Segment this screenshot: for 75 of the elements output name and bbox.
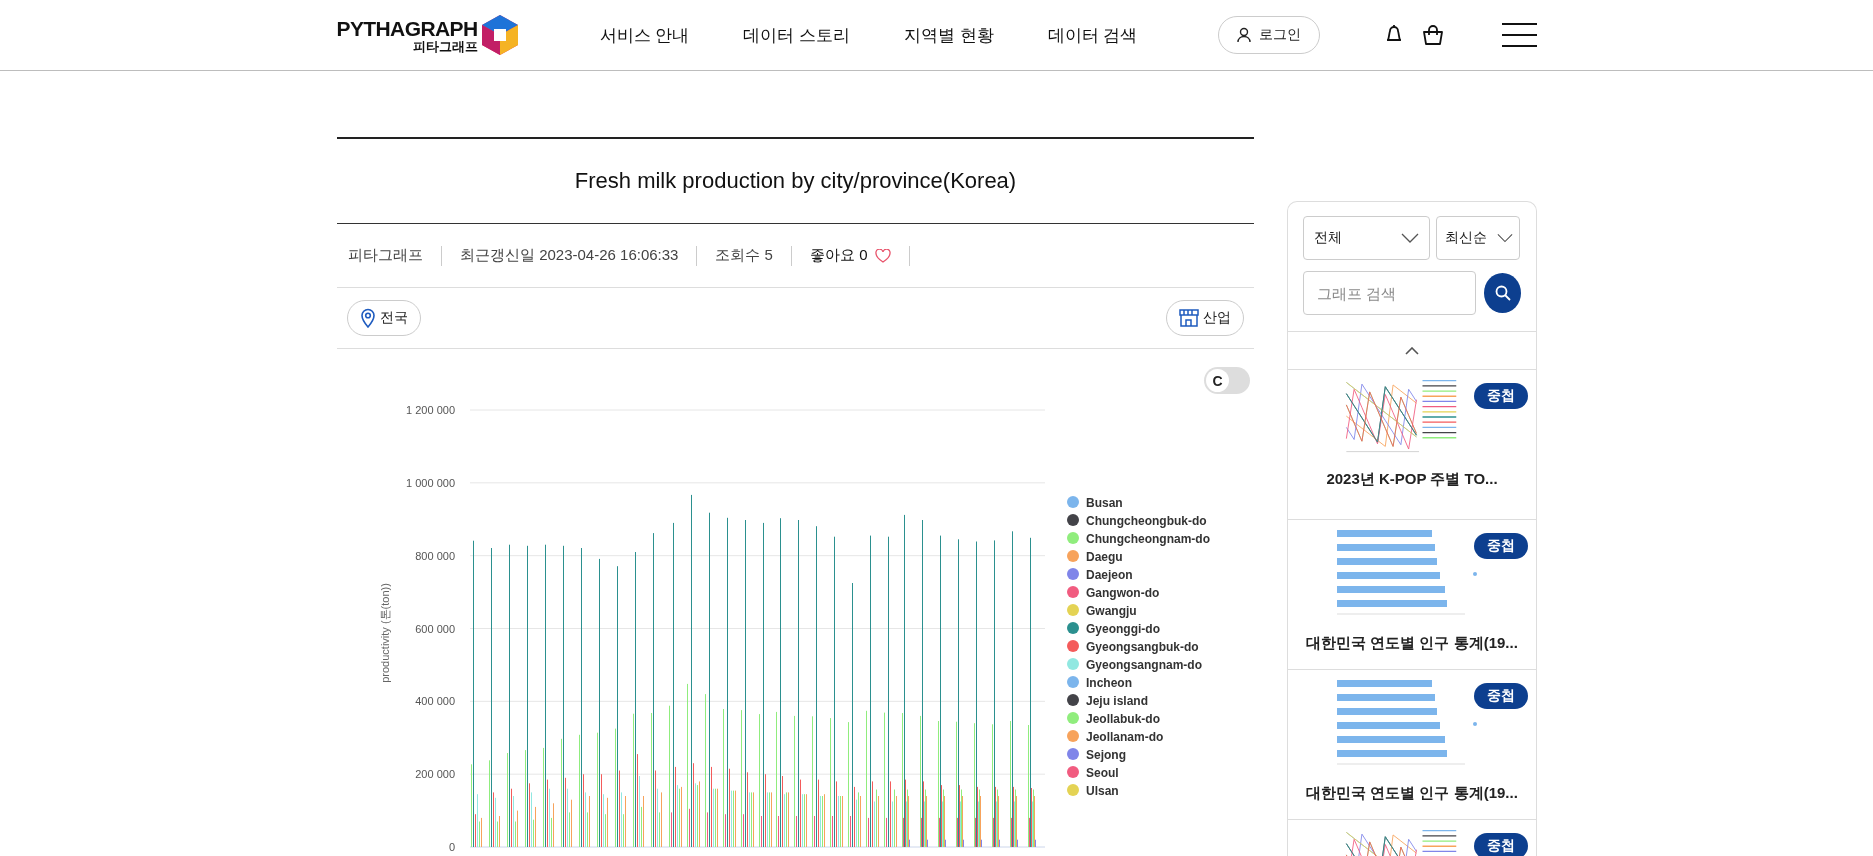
like-count: 좋아요 0 (809, 246, 868, 265)
nav-link[interactable]: 서비스 안내 (599, 23, 690, 47)
y-tick-label: 400 000 (415, 695, 455, 708)
y-tick-label: 200 000 (415, 768, 455, 781)
chart-toggle[interactable]: C (1204, 367, 1250, 394)
legend-label: Jeollanam-do (1086, 729, 1164, 744)
legend-item[interactable]: Daejeon (1067, 567, 1133, 582)
meta-text: 최근갱신일 2023-04-26 16:06:33 (460, 246, 679, 265)
meta-text: 피타그래프 (348, 246, 423, 265)
legend-item[interactable]: Gyeongsangbuk-do (1067, 639, 1199, 654)
legend-item[interactable]: Gyeongsangnam-do (1067, 657, 1202, 672)
y-axis-title: productivity (톤(ton)) (379, 583, 391, 683)
legend-item[interactable]: Gangwon-do (1067, 585, 1160, 600)
legend-item[interactable]: Daegu (1067, 549, 1123, 564)
nav-link[interactable]: 지역별 현황 (904, 23, 994, 47)
overlay-badge: 중첩 (1474, 683, 1528, 709)
filter-select[interactable]: 최신순 (1436, 216, 1520, 260)
logo-subtitle: 피타그래프 (412, 39, 478, 53)
legend-item[interactable]: Chungcheongbuk-do (1067, 513, 1207, 528)
legend-label: Busan (1086, 495, 1123, 510)
legend-item[interactable]: Busan (1067, 495, 1123, 510)
legend-item[interactable]: Jeju island (1067, 693, 1149, 708)
legend-label: Jeollabuk-do (1086, 711, 1161, 726)
legend-label: Jeju island (1086, 693, 1149, 708)
legend-label: Incheon (1086, 675, 1133, 690)
person-icon (1236, 27, 1251, 43)
legend-item[interactable]: Gwangju (1067, 603, 1137, 618)
y-tick-label: 0 (448, 841, 455, 853)
menu-icon[interactable] (1501, 23, 1537, 47)
search-field[interactable]: 그래프 검색 (1303, 271, 1476, 315)
logo-wordmark[interactable]: PYTHAGRAPH (336, 17, 478, 39)
chart-title: Fresh milk production by city/province(Korea) (574, 168, 1017, 194)
legend-item[interactable]: Incheon (1067, 675, 1132, 690)
card-title[interactable]: 2023년 K-POP 주별 TO... (1326, 470, 1498, 489)
chevron-up-icon[interactable] (1405, 346, 1419, 355)
map-pin-icon (360, 308, 376, 328)
legend-item[interactable]: Jeollanam-do (1067, 729, 1164, 744)
region-button[interactable]: 전국 (347, 300, 421, 336)
card-title[interactable]: 대한민국 연도별 인구 통계(19... (1306, 784, 1518, 803)
y-tick-label: 600 000 (415, 622, 455, 635)
legend-label: Sejong (1086, 747, 1127, 762)
cube-logo-icon[interactable] (479, 13, 520, 57)
legend-item[interactable]: Chungcheongnam-do (1067, 531, 1210, 546)
chevron-down-icon (1497, 233, 1513, 243)
legend-item[interactable]: Jeollabuk-do (1067, 711, 1160, 726)
overlay-badge: 중첩 (1474, 533, 1528, 559)
legend-label: Ulsan (1086, 783, 1119, 798)
legend-label: Daejeon (1086, 567, 1133, 582)
nav-link[interactable]: 데이터 검색 (1047, 23, 1138, 47)
legend-label: Gwangju (1086, 603, 1137, 618)
shopping-bag-icon[interactable] (1421, 25, 1444, 45)
filter-select[interactable]: 전체 (1303, 216, 1430, 260)
login-button[interactable]: 로그인 (1217, 16, 1320, 54)
category-button[interactable]: 산업 (1166, 300, 1244, 336)
chevron-down-icon (1401, 233, 1419, 243)
legend-item[interactable]: Seoul (1067, 765, 1119, 780)
legend-label: Gyeonggi-do (1086, 621, 1160, 636)
card-title[interactable]: 대한민국 연도별 인구 통계(19... (1306, 634, 1518, 653)
legend-item[interactable]: Sejong (1067, 747, 1126, 762)
legend-label: Seoul (1086, 765, 1119, 780)
legend-label: Daegu (1086, 549, 1123, 564)
meta-text: 조회수 5 (715, 246, 773, 265)
overlay-badge: 중첩 (1474, 383, 1528, 409)
search-button[interactable] (1484, 273, 1521, 313)
search-icon (1494, 285, 1511, 301)
heart-icon[interactable] (875, 248, 892, 263)
overlay-badge: 중첩 (1474, 833, 1528, 856)
storefront-icon (1179, 309, 1199, 327)
legend-label: Gangwon-do (1086, 585, 1160, 600)
legend-item[interactable]: Gyeonggi-do (1067, 621, 1160, 636)
nav-link[interactable]: 데이터 스토리 (743, 23, 850, 47)
legend-item[interactable]: Ulsan (1067, 783, 1119, 798)
y-tick-label: 1 000 000 (406, 476, 455, 489)
y-tick-label: 800 000 (415, 549, 455, 562)
y-tick-label: 1 200 000 (406, 404, 455, 416)
